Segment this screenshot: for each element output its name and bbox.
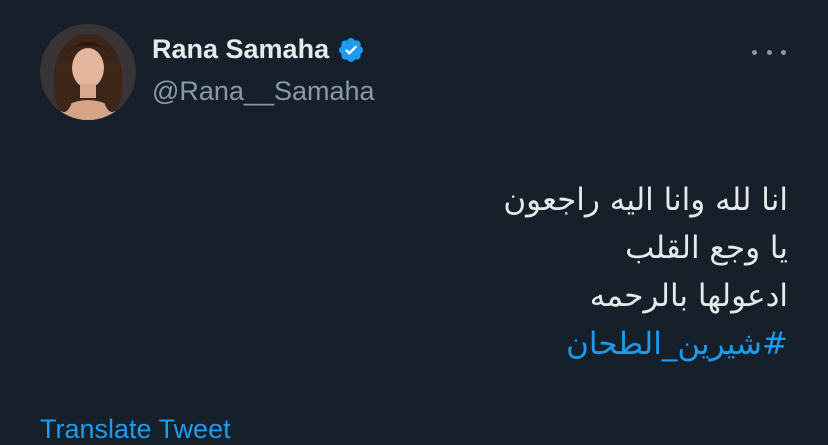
tweet-line: يا وجع القلب: [625, 230, 788, 266]
avatar[interactable]: [40, 24, 136, 120]
author-handle[interactable]: @Rana__Samaha: [152, 76, 375, 107]
more-options-icon[interactable]: [752, 38, 786, 66]
hashtag-link[interactable]: #شيرين_الطحان: [88, 320, 788, 368]
tweet-line: ادعولها بالرحمه: [589, 278, 788, 314]
translate-tweet-link[interactable]: Translate Tweet: [40, 414, 231, 445]
author-name-row: Rana Samaha: [152, 34, 365, 65]
tweet-line: انا لله وانا اليه راجعون: [503, 182, 788, 218]
verified-badge-icon: [339, 37, 364, 62]
author-display-name[interactable]: Rana Samaha: [152, 34, 329, 65]
avatar-photo: [40, 24, 136, 120]
tweet-text: انا لله وانا اليه راجعون يا وجع القلب اد…: [88, 176, 788, 368]
